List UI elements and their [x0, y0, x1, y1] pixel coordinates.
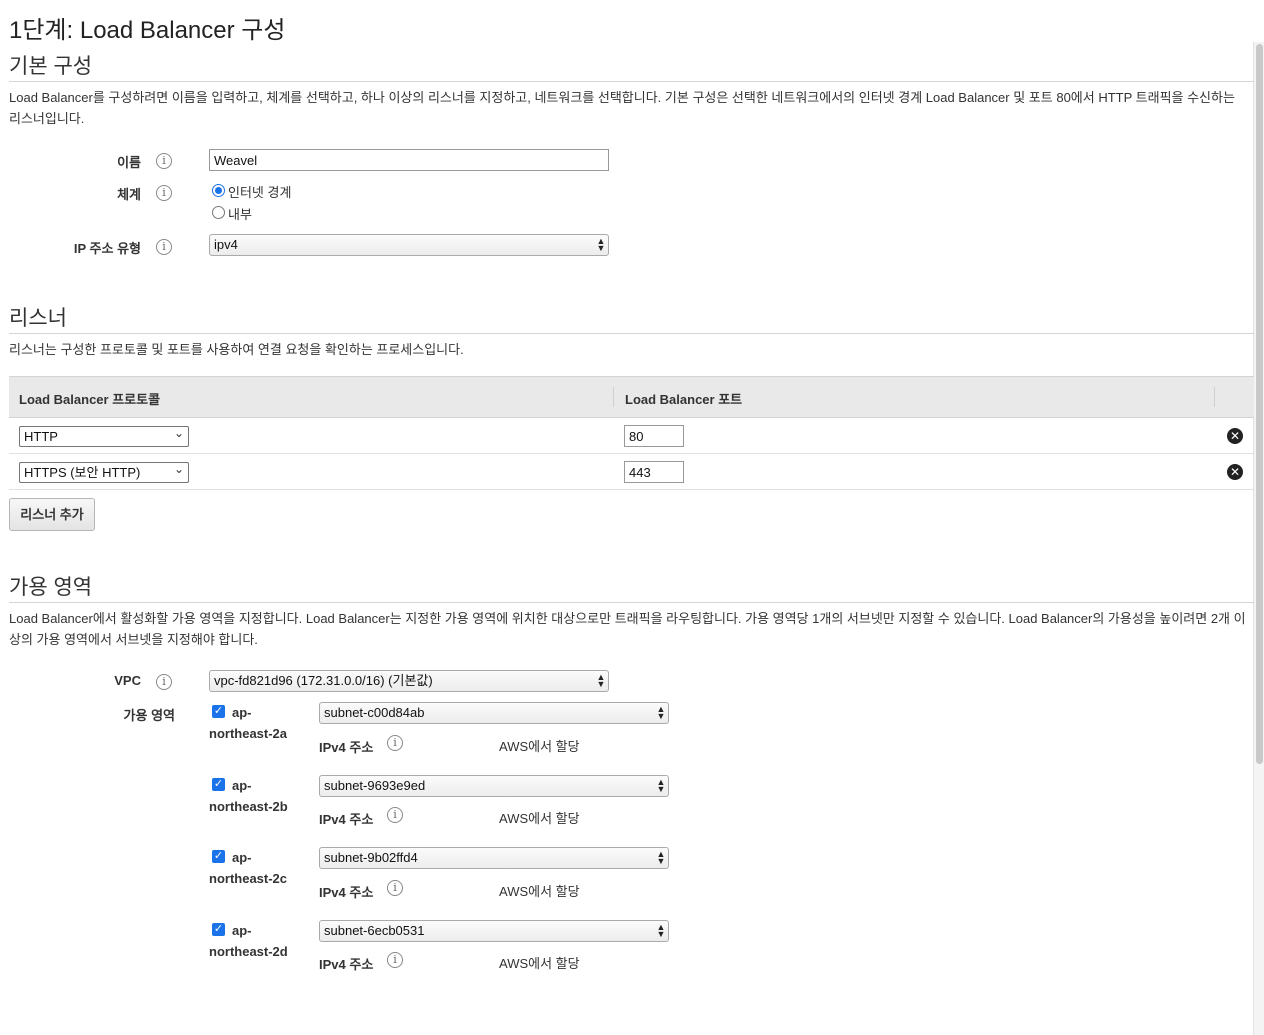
ipv4-label: IPv4 주소	[319, 740, 374, 755]
ipv4-value: AWS에서 할당	[499, 884, 580, 899]
chevron-down-icon: ⌄	[173, 462, 184, 476]
ip-type-info-icon[interactable]: i	[156, 239, 172, 255]
basic-config-heading: 기본 구성	[9, 55, 93, 78]
az-heading: 가용 영역	[9, 576, 93, 599]
listener-protocol-select[interactable]: HTTPS (보안 HTTP) ⌄	[19, 462, 189, 483]
add-listener-button[interactable]: 리스너 추가	[9, 498, 95, 531]
vpc-info-icon[interactable]: i	[156, 674, 172, 690]
col-separator	[613, 387, 614, 407]
ipv4-value: AWS에서 할당	[499, 811, 580, 826]
scheme-label: 체계	[117, 187, 141, 202]
page-title: 1단계: Load Balancer 구성	[9, 17, 286, 44]
listener-protocol-value: HTTP	[24, 429, 58, 444]
name-input[interactable]	[209, 149, 609, 171]
scheme-info-icon[interactable]: i	[156, 185, 172, 201]
zone-subnet-value: subnet-6ecb0531	[324, 923, 425, 938]
table-row-divider	[9, 453, 1254, 454]
zone-checkbox[interactable]: ✓	[212, 705, 225, 718]
ipv4-info-icon[interactable]: i	[387, 807, 403, 823]
basic-config-divider	[9, 81, 1254, 82]
ipv4-label: IPv4 주소	[319, 812, 374, 827]
page: 1단계: Load Balancer 구성 기본 구성 Load Balance…	[9, 0, 1254, 1035]
ip-type-select-value: ipv4	[214, 237, 238, 252]
ipv4-label: IPv4 주소	[319, 957, 374, 972]
zone-name-line1: ap-	[232, 778, 252, 793]
ipv4-info-icon[interactable]: i	[387, 952, 403, 968]
zone-name-line2: northeast-2b	[209, 799, 288, 814]
listener-protocol-value: HTTPS (보안 HTTP)	[24, 465, 141, 480]
col-separator	[1214, 387, 1215, 407]
scheme-internal-label[interactable]: 내부	[228, 204, 252, 223]
vpc-select[interactable]: vpc-fd821d96 (172.31.0.0/16) (기본값) ▲▼	[209, 670, 609, 692]
page-scrollbar-thumb[interactable]	[1256, 44, 1263, 764]
zone-name-line2: northeast-2c	[209, 871, 288, 886]
select-arrows-icon: ▲▼	[596, 236, 606, 250]
zones-label: 가용 영역	[123, 708, 175, 723]
ipv4-value: AWS에서 할당	[499, 956, 580, 971]
select-arrows-icon: ▲▼	[656, 704, 666, 718]
col-protocol-header: Load Balancer 프로토콜	[19, 392, 161, 407]
col-port-header: Load Balancer 포트	[625, 392, 743, 407]
zone-checkbox[interactable]: ✓	[212, 778, 225, 791]
remove-listener-close-icon[interactable]: ✕	[1227, 464, 1243, 480]
zone-subnet-select[interactable]: subnet-c00d84ab ▲▼	[319, 702, 669, 724]
name-info-icon[interactable]: i	[156, 153, 172, 169]
listener-protocol-select[interactable]: HTTP ⌄	[19, 426, 189, 447]
az-description: Load Balancer에서 활성화할 가용 영역을 지정합니다. Load …	[9, 611, 1246, 647]
remove-listener-close-icon[interactable]: ✕	[1227, 428, 1243, 444]
listener-port-input[interactable]	[624, 461, 684, 483]
ip-type-select[interactable]: ipv4 ▲▼	[209, 234, 609, 256]
listeners-heading: 리스너	[9, 307, 67, 330]
chevron-down-icon: ⌄	[173, 426, 184, 440]
ipv4-label: IPv4 주소	[319, 885, 374, 900]
scheme-internet-facing-label[interactable]: 인터넷 경계	[228, 182, 291, 201]
zone-name-line2: northeast-2a	[209, 726, 288, 741]
ipv4-value: AWS에서 할당	[499, 739, 580, 754]
select-arrows-icon: ▲▼	[656, 849, 666, 863]
zone-subnet-select[interactable]: subnet-6ecb0531 ▲▼	[319, 920, 669, 942]
az-divider	[9, 602, 1254, 603]
name-label: 이름	[117, 155, 141, 170]
ip-type-label: IP 주소 유형	[73, 241, 141, 256]
zone-subnet-value: subnet-9b02ffd4	[324, 850, 418, 865]
scheme-internal-radio[interactable]	[212, 206, 225, 219]
listener-port-input[interactable]	[624, 425, 684, 447]
vpc-label: VPC	[114, 673, 141, 688]
table-row-divider	[9, 489, 1254, 490]
zone-subnet-select[interactable]: subnet-9693e9ed ▲▼	[319, 775, 669, 797]
zone-name-line2: northeast-2d	[209, 944, 288, 959]
zone-name-line1: ap-	[232, 923, 252, 938]
listeners-description: 리스너는 구성한 프로토콜 및 포트를 사용하여 연결 요청을 확인하는 프로세…	[9, 342, 464, 357]
zone-checkbox[interactable]: ✓	[212, 923, 225, 936]
scheme-internet-facing-radio[interactable]	[212, 184, 225, 197]
ipv4-info-icon[interactable]: i	[387, 735, 403, 751]
basic-config-description: Load Balancer를 구성하려면 이름을 입력하고, 체계를 선택하고,…	[9, 90, 1235, 126]
listeners-divider	[9, 333, 1254, 334]
zone-subnet-value: subnet-c00d84ab	[324, 705, 425, 720]
zone-checkbox[interactable]: ✓	[212, 850, 225, 863]
ipv4-info-icon[interactable]: i	[387, 880, 403, 896]
zone-name-line1: ap-	[232, 705, 252, 720]
zone-subnet-select[interactable]: subnet-9b02ffd4 ▲▼	[319, 847, 669, 869]
select-arrows-icon: ▲▼	[656, 777, 666, 791]
vpc-select-value: vpc-fd821d96 (172.31.0.0/16) (기본값)	[214, 673, 433, 688]
select-arrows-icon: ▲▼	[656, 922, 666, 936]
zone-name-line1: ap-	[232, 850, 252, 865]
select-arrows-icon: ▲▼	[596, 672, 606, 686]
zone-subnet-value: subnet-9693e9ed	[324, 778, 426, 793]
